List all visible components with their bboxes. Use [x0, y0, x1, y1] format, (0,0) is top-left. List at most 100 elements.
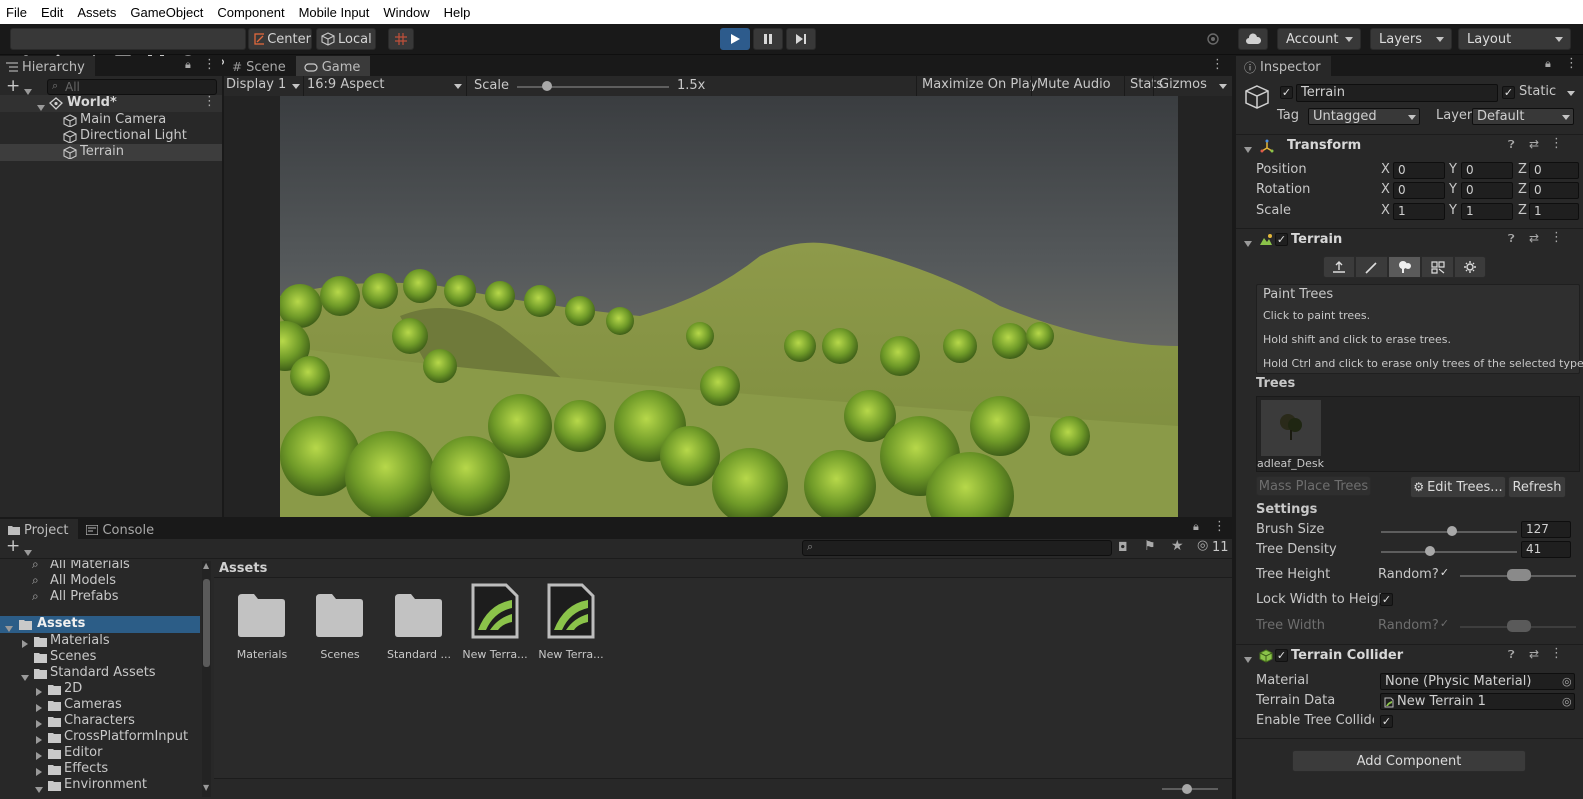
raise-lower-tool-button[interactable]	[1323, 256, 1355, 278]
menu-file[interactable]: File	[0, 5, 33, 20]
rotation-x-field[interactable]: 0	[1393, 182, 1445, 199]
scale-x-field[interactable]: 1	[1393, 203, 1445, 220]
project-search-input[interactable]: ⌕	[802, 540, 1112, 556]
menu-edit[interactable]: Edit	[35, 5, 69, 20]
transform-header[interactable]: Transform ❓︎ ⇄ ⋮	[1236, 134, 1583, 156]
hidden-packages-icon[interactable]: ◎	[1197, 538, 1208, 553]
chevron-down-icon[interactable]	[24, 545, 32, 559]
more-menu-icon[interactable]: ⋮	[1565, 56, 1578, 71]
asset-item[interactable]: New Terra...	[462, 582, 528, 672]
tree-width-range-handle[interactable]	[1507, 620, 1531, 632]
tree-item[interactable]: Cameras	[0, 697, 200, 713]
asset-item[interactable]: Standard ...	[386, 592, 452, 672]
tree-item[interactable]: Standard Assets	[0, 665, 200, 681]
lock-icon[interactable]: 🔒︎	[1193, 520, 1199, 534]
tab-scene[interactable]: # Scene	[224, 56, 296, 76]
tab-game[interactable]: Game	[295, 56, 371, 76]
help-icon[interactable]: ❓︎	[1508, 648, 1515, 662]
scale-slider-knob[interactable]	[542, 81, 553, 91]
collapse-icon[interactable]	[1244, 236, 1252, 250]
component-menu-icon[interactable]: ⋮	[1550, 230, 1563, 245]
position-y-field[interactable]: 0	[1461, 162, 1513, 179]
object-picker-icon[interactable]: ◎	[1562, 694, 1572, 709]
tree-density-slider[interactable]	[1381, 551, 1517, 553]
tab-hierarchy[interactable]: Hierarchy	[0, 56, 95, 76]
tree-width-random-checkbox[interactable]: ✓	[1438, 618, 1451, 631]
object-picker-icon[interactable]: ◎	[1562, 674, 1572, 689]
menu-component[interactable]: Component	[211, 5, 290, 20]
hierarchy-item-selected[interactable]: Terrain	[0, 144, 222, 161]
collab-button[interactable]	[1200, 28, 1226, 50]
help-icon[interactable]: ❓︎	[1508, 138, 1515, 152]
menu-help[interactable]: Help	[438, 5, 477, 20]
help-icon[interactable]: ❓︎	[1508, 232, 1515, 246]
collapse-icon[interactable]	[1244, 652, 1252, 666]
scene-more-icon[interactable]: ⋮	[203, 94, 216, 109]
icon-size-slider-knob[interactable]	[1182, 784, 1192, 794]
maximize-on-play-toggle[interactable]: Maximize On Play	[916, 76, 1037, 96]
asset-item[interactable]: Materials	[232, 592, 292, 672]
layer-dropdown[interactable]: Default	[1472, 108, 1574, 125]
favorite-star-icon[interactable]: ★	[1171, 538, 1184, 554]
terrain-settings-tool-button[interactable]	[1454, 256, 1486, 278]
rotation-z-field[interactable]: 0	[1529, 182, 1579, 199]
tree-item[interactable]: Effects	[0, 761, 200, 777]
pause-button[interactable]	[753, 28, 783, 50]
preset-icon[interactable]: ⇄	[1529, 647, 1539, 661]
brush-size-field[interactable]: 127	[1521, 521, 1571, 538]
active-checkbox[interactable]: ✓	[1280, 86, 1293, 99]
cloud-button[interactable]	[1238, 28, 1268, 50]
add-component-button[interactable]: Add Component	[1292, 750, 1526, 772]
tree-item[interactable]: Scenes	[0, 649, 200, 665]
material-object-field[interactable]: None (Physic Material) ◎	[1380, 673, 1575, 690]
paint-trees-tool-button[interactable]	[1388, 256, 1421, 278]
terrain-header[interactable]: ✓ Terrain ❓︎ ⇄ ⋮	[1236, 228, 1583, 250]
paint-details-tool-button[interactable]	[1421, 256, 1454, 278]
favorite-item[interactable]: ⌕ All Materials	[32, 560, 130, 572]
tree-item[interactable]: Materials	[0, 633, 200, 649]
favorite-item[interactable]: ⌕ All Prefabs	[32, 589, 119, 604]
add-icon[interactable]: +	[6, 536, 20, 556]
pivot-toggle[interactable]: Center	[248, 28, 312, 50]
step-button[interactable]	[786, 28, 816, 50]
space-toggle[interactable]: Local	[316, 28, 376, 50]
position-z-field[interactable]: 0	[1529, 162, 1579, 179]
tree-item[interactable]: 2D	[0, 681, 200, 697]
tree-item[interactable]: Characters	[0, 713, 200, 729]
hierarchy-item[interactable]: Main Camera	[0, 112, 222, 129]
object-name-field[interactable]: Terrain	[1296, 84, 1498, 102]
scale-y-field[interactable]: 1	[1461, 203, 1513, 220]
chevron-down-icon[interactable]	[1567, 91, 1575, 96]
component-menu-icon[interactable]: ⋮	[1550, 646, 1563, 661]
terrain-data-object-field[interactable]: New Terrain 1 ◎	[1380, 693, 1575, 710]
menu-assets[interactable]: Assets	[71, 5, 122, 20]
tree-prototype[interactable]	[1261, 400, 1321, 456]
breadcrumb-assets[interactable]: Assets	[219, 561, 267, 576]
scale-z-field[interactable]: 1	[1529, 203, 1579, 220]
lock-width-checkbox[interactable]: ✓	[1380, 593, 1393, 606]
play-button[interactable]	[720, 28, 750, 50]
tree-item[interactable]: Editor	[0, 745, 200, 761]
scroll-down-icon[interactable]: ▼	[203, 783, 209, 792]
position-x-field[interactable]: 0	[1393, 162, 1445, 179]
layout-dropdown[interactable]: Layout	[1458, 28, 1571, 50]
favorite-item[interactable]: ⌕ All Models	[32, 573, 116, 588]
expand-icon[interactable]	[35, 782, 43, 796]
mass-place-trees-button[interactable]: Mass Place Trees	[1256, 476, 1371, 496]
menu-window[interactable]: Window	[377, 5, 435, 20]
component-menu-icon[interactable]: ⋮	[1550, 136, 1563, 151]
edit-trees-button[interactable]: ⚙ Edit Trees...	[1410, 476, 1506, 498]
preset-icon[interactable]: ⇄	[1529, 231, 1539, 245]
more-menu-icon[interactable]: ⋮	[1211, 57, 1224, 72]
tree-item[interactable]: CrossPlatformInput	[0, 729, 200, 745]
tab-inspector[interactable]: ⓘ Inspector	[1236, 56, 1331, 76]
aspect-dropdown[interactable]: 16:9 Aspect	[307, 76, 467, 96]
tree-density-field[interactable]: 41	[1521, 541, 1571, 558]
filter-by-type-icon[interactable]: ◘	[1118, 540, 1128, 554]
refresh-button[interactable]: Refresh	[1508, 476, 1566, 498]
add-icon[interactable]: +	[6, 76, 20, 96]
scene-row[interactable]: World* ⋮	[0, 94, 222, 112]
brush-size-slider-knob[interactable]	[1446, 526, 1457, 536]
scale-slider[interactable]	[517, 86, 669, 88]
layers-dropdown[interactable]: Layers	[1370, 28, 1452, 50]
